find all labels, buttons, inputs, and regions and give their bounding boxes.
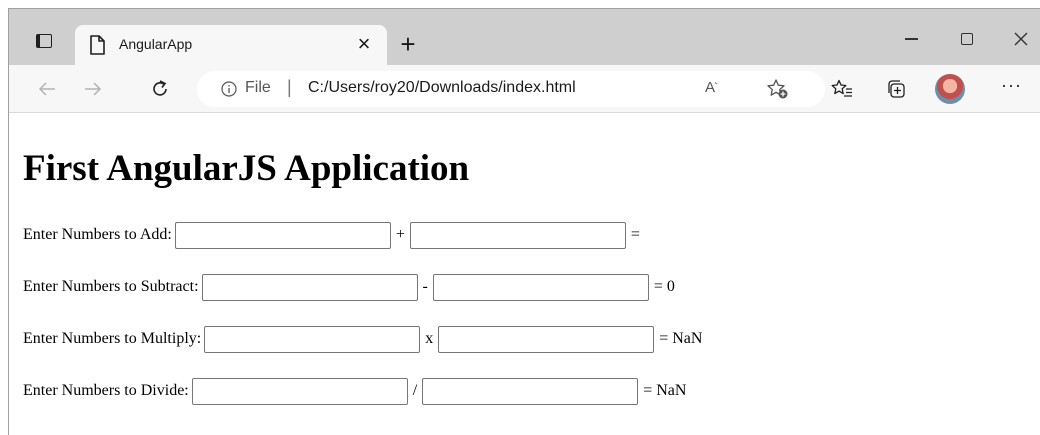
add-label: Enter Numbers to Add: [23,226,172,243]
multiply-row: Enter Numbers to Multiply: x = NaN [23,325,704,353]
divide-first-number-input[interactable] [191,377,408,405]
favorites-icon[interactable] [831,79,853,104]
add-favorite-icon[interactable] [767,78,789,105]
collections-icon[interactable] [886,79,906,104]
address-bar[interactable]: File | C:/Users/roy20/Downloads/index.ht… [197,71,825,107]
forward-arrow-icon [85,82,102,96]
divide-row: Enter Numbers to Divide: / = NaN [23,377,688,405]
subtract-operator: - [422,278,428,295]
add-first-number-input[interactable] [174,221,391,249]
tab-actions-icon [36,34,52,48]
page-icon [89,35,105,60]
add-row: Enter Numbers to Add: + = [23,221,642,249]
add-result: = [630,226,640,243]
url-text[interactable]: C:/Users/roy20/Downloads/index.html [308,79,576,97]
page-content: First AngularJS Application Enter Number… [9,113,1040,435]
multiply-label: Enter Numbers to Multiply: [23,330,202,347]
new-tab-button[interactable]: + [393,29,423,59]
browser-window: AngularApp × + File | C:/Users/roy20/Dow… [8,8,1040,435]
multiply-operator: x [425,330,434,347]
address-separator: | [287,77,292,97]
multiply-first-number-input[interactable] [204,325,421,353]
maximize-button[interactable] [947,23,987,55]
navigation-toolbar: File | C:/Users/roy20/Downloads/index.ht… [9,65,1040,113]
profile-avatar[interactable] [935,74,965,104]
tab-angularapp[interactable]: AngularApp × [75,25,387,65]
info-icon[interactable] [221,81,237,102]
subtract-result: = 0 [653,278,675,295]
close-window-button[interactable] [1001,23,1040,55]
back-button[interactable] [31,73,63,105]
tab-title: AngularApp [119,36,193,52]
subtract-row: Enter Numbers to Subtract: - = 0 [23,273,677,301]
subtract-second-number-input[interactable] [432,273,649,301]
reload-button[interactable] [144,73,176,105]
add-second-number-input[interactable] [409,221,626,249]
divide-second-number-input[interactable] [422,377,639,405]
tab-strip: AngularApp × + [9,9,1040,65]
scheme-label: File [245,79,271,96]
page-title: First AngularJS Application [23,148,470,189]
subtract-label: Enter Numbers to Subtract: [23,278,199,295]
reload-icon [153,80,167,96]
more-icon[interactable]: ··· [1001,75,1022,96]
tab-actions-button[interactable] [29,27,59,55]
add-operator: + [395,226,405,243]
close-icon [1014,32,1028,46]
minimize-button[interactable] [891,23,931,55]
read-aloud-glyph: A [705,79,716,96]
read-aloud-icon[interactable]: A˞ [705,78,718,96]
forward-button[interactable] [77,73,109,105]
multiply-result: = NaN [659,330,703,347]
tab-close-icon[interactable]: × [351,31,377,57]
back-arrow-icon [38,82,55,96]
divide-operator: / [412,382,418,399]
maximize-icon [961,33,973,45]
divide-label: Enter Numbers to Divide: [23,382,189,399]
divide-result: = NaN [643,382,687,399]
multiply-second-number-input[interactable] [438,325,655,353]
minimize-icon [904,38,918,40]
subtract-first-number-input[interactable] [201,273,418,301]
read-aloud-sup: ˞ [715,78,719,88]
